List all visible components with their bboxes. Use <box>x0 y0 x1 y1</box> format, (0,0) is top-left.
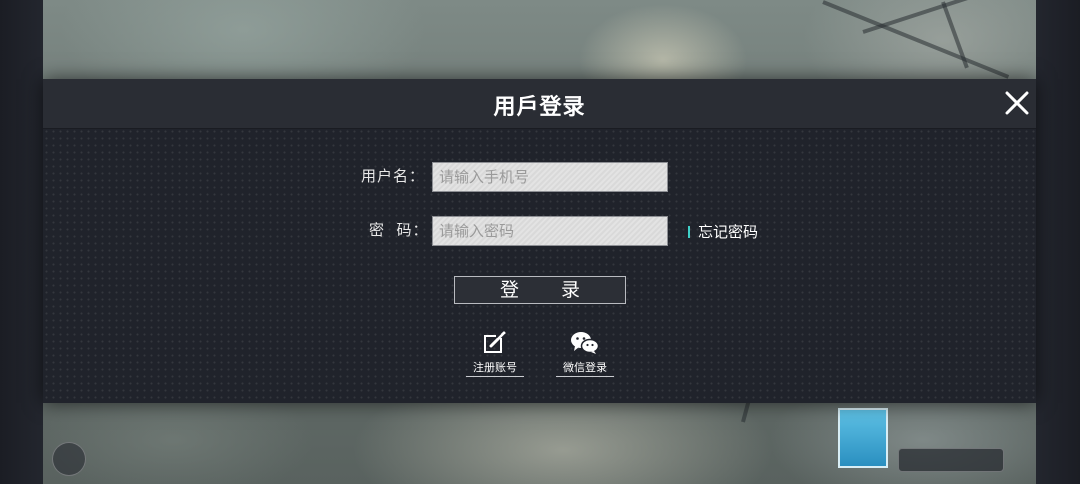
edit-icon <box>484 331 506 353</box>
register-account-button[interactable]: 注册账号 <box>466 331 524 377</box>
forgot-password-link[interactable]: 忘记密码 <box>698 221 758 242</box>
password-label: 密 码： <box>369 221 429 239</box>
wechat-login-button[interactable]: 微信登录 <box>556 331 614 377</box>
dialog-title: 用戶登录 <box>493 94 586 120</box>
wechat-underline <box>556 376 614 377</box>
game-screen: 用戶登录 用户名： 密 码： 忘记密码 登 录 注册账号 <box>0 0 1080 484</box>
register-underline <box>466 376 524 377</box>
forgot-marker <box>688 226 690 238</box>
wechat-icon <box>571 332 600 354</box>
close-icon <box>1005 91 1029 115</box>
username-label: 用户名： <box>361 167 426 185</box>
password-input[interactable] <box>432 216 668 246</box>
wechat-label: 微信登录 <box>563 361 607 374</box>
right-letterbox <box>1036 0 1080 484</box>
close-button[interactable] <box>1004 90 1030 116</box>
left-letterbox <box>0 0 43 484</box>
background-badge <box>898 448 1004 472</box>
publisher-logo <box>52 442 86 476</box>
dialog-header: 用戶登录 <box>43 79 1036 129</box>
register-label: 注册账号 <box>473 361 517 374</box>
username-input[interactable] <box>432 162 668 192</box>
login-dialog: 用戶登录 用户名： 密 码： 忘记密码 登 录 注册账号 <box>43 79 1036 403</box>
login-button[interactable]: 登 录 <box>454 276 626 304</box>
app-icon <box>838 408 888 468</box>
